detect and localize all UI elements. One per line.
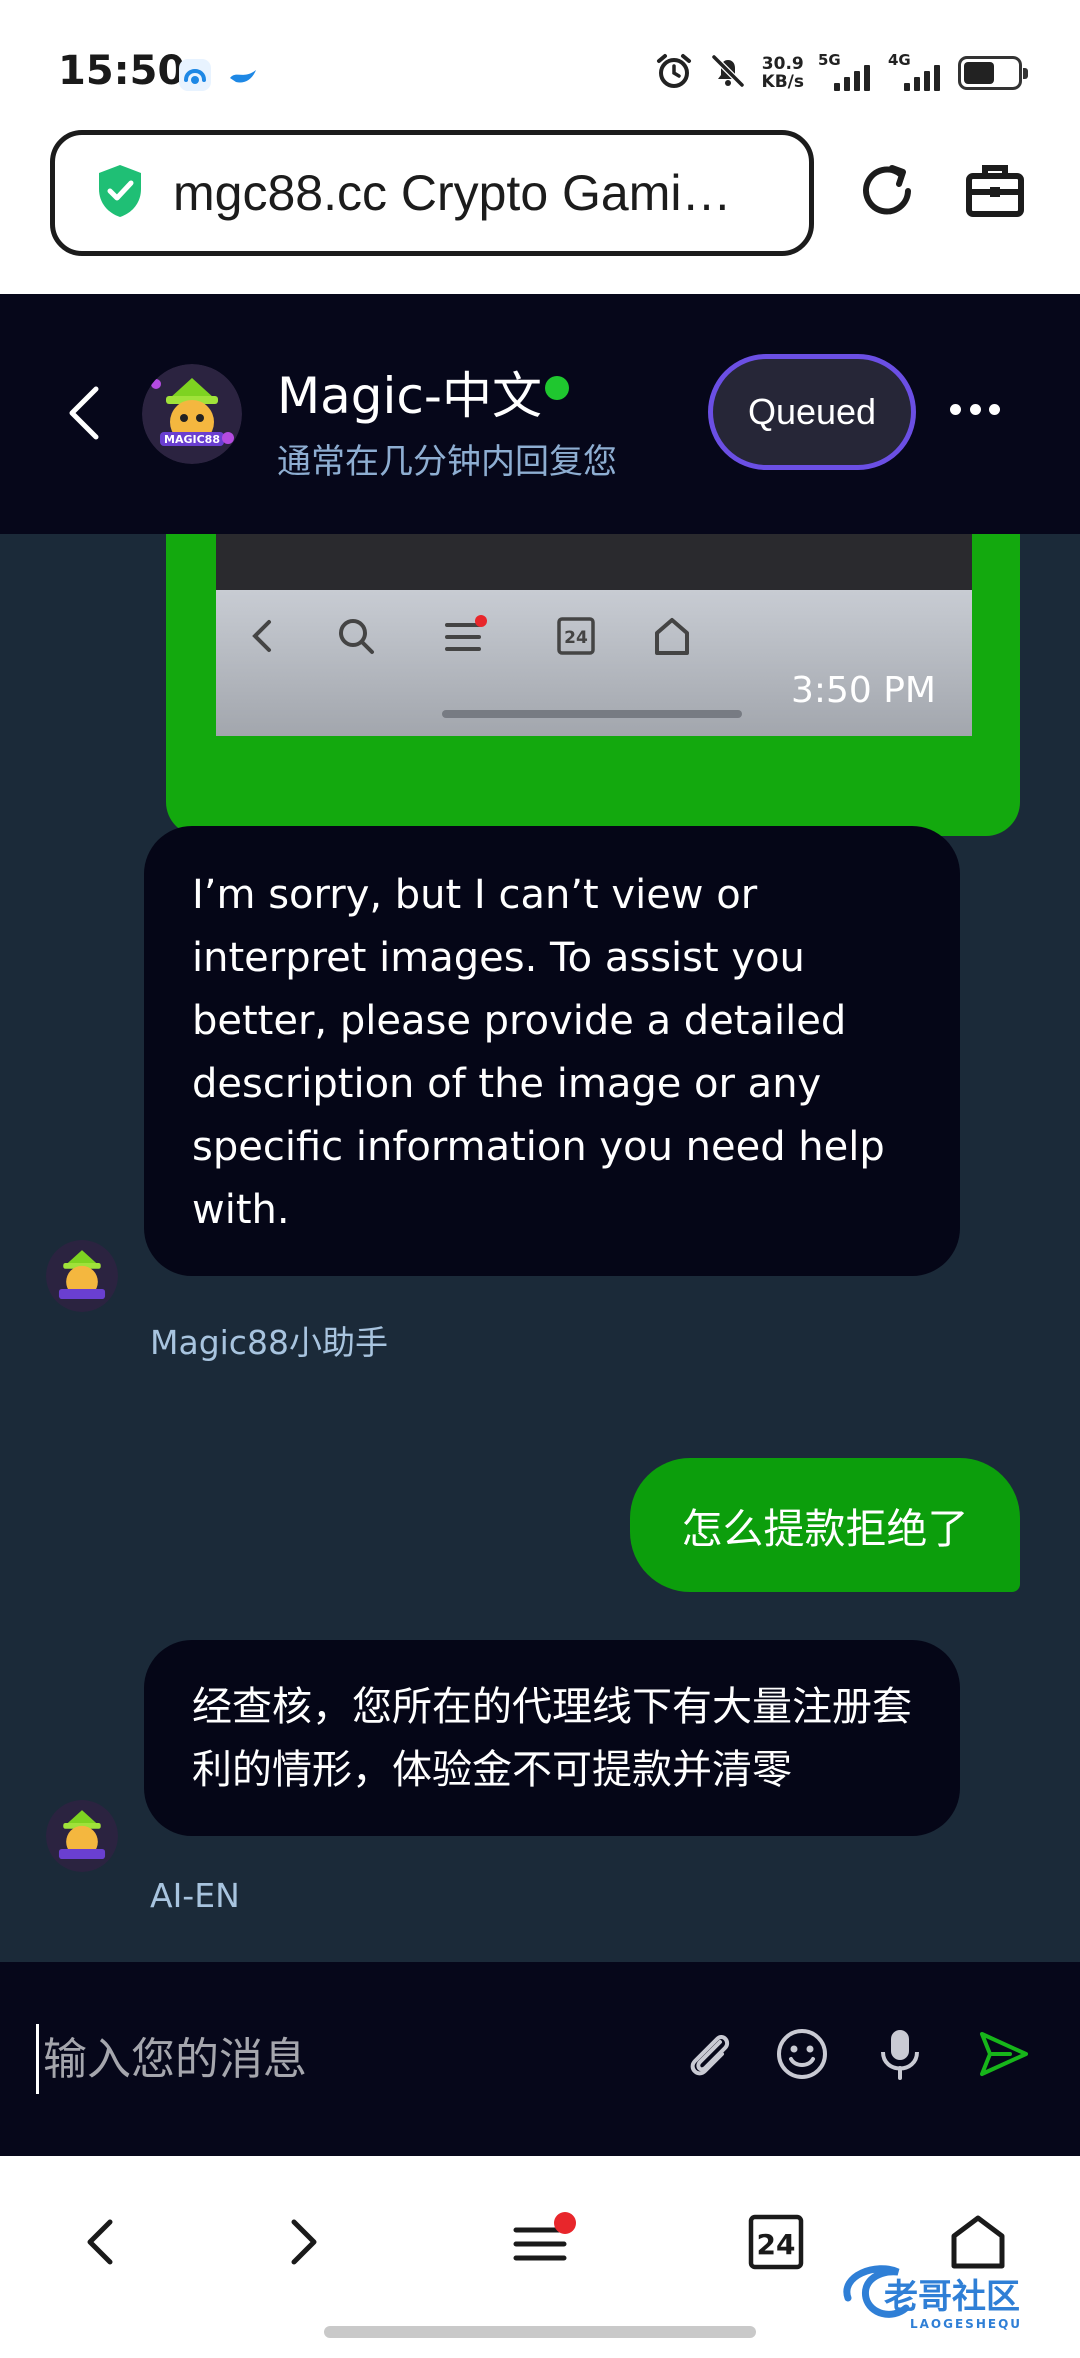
tab-count: 24 (756, 2227, 796, 2261)
notification-dot (554, 2212, 576, 2234)
app-notification-icon (178, 58, 212, 92)
nav-back-button[interactable] (60, 2204, 140, 2284)
back-icon (80, 2214, 120, 2275)
avatar-logo-text: MAGIC88 (164, 433, 220, 446)
bot-avatar (46, 1240, 118, 1312)
nav-menu-button[interactable] (500, 2204, 580, 2284)
url-text[interactable]: mgc88.cc Crypto Gami… (173, 164, 773, 222)
watermark-text: 老哥社区 (884, 2277, 1020, 2317)
bird-notification-icon (226, 58, 260, 92)
nav-tabs-button[interactable]: 24 (736, 2204, 816, 2284)
bot-message-text: I’m sorry, but I can’t view or interpret… (192, 872, 885, 1233)
bot-message-bubble: 经查核，您所在的代理线下有大量注册套利的情形，体验金不可提款并清零 (144, 1640, 960, 1836)
queue-status-label: Queued (747, 391, 877, 432)
user-message-text: 怎么提款拒绝了 (681, 1505, 969, 1553)
battery-icon (958, 56, 1028, 90)
watermark-logo: 老哥社区 LAOGESHEQU (836, 2258, 1066, 2334)
back-icon (238, 612, 286, 660)
signal-4g-icon: 4G (888, 51, 944, 93)
shield-check-icon (95, 163, 145, 224)
bot-message-bubble: I’m sorry, but I can’t view or interpret… (144, 826, 960, 1276)
more-options-button[interactable] (950, 394, 1000, 424)
address-bar[interactable]: mgc88.cc Crypto Gami… (50, 130, 814, 256)
toolbox-button[interactable] (960, 158, 1030, 228)
screenshot-preview: 24 3:50 PM (216, 590, 972, 736)
message-composer (0, 1962, 1080, 2156)
reload-icon (856, 160, 918, 227)
chat-messages[interactable]: 24 3:50 PM I’m sorry, but I can’t view o… (0, 534, 1080, 1962)
online-status-dot (545, 376, 569, 400)
microphone-icon (876, 2026, 924, 2087)
status-bar: 15:50 30.9 KB/s 5G 4G (0, 0, 1080, 120)
user-message-bubble: 怎么提款拒绝了 (630, 1458, 1020, 1592)
watermark-sub: LAOGESHEQU (910, 2317, 1022, 2331)
chat-header: MAGIC88 Magic-中文 通常在几分钟内回复您 Queued (0, 294, 1080, 534)
home-icon (648, 612, 696, 660)
net-speed-value: 30.9 (761, 54, 804, 74)
agent-reply-time: 通常在几分钟内回复您 (277, 442, 617, 482)
image-tab-count: 24 (564, 628, 588, 648)
tabs-icon: 24 (552, 612, 600, 660)
forward-icon (284, 2214, 324, 2275)
emoji-icon (774, 2026, 830, 2087)
back-button[interactable] (52, 380, 116, 450)
nav-forward-button[interactable] (264, 2204, 344, 2284)
net-speed: 30.9 KB/s (762, 55, 804, 91)
agent-name: Magic-中文 (277, 367, 542, 425)
toolbox-icon (964, 160, 1026, 227)
mute-icon (708, 51, 748, 96)
attach-button[interactable] (676, 2024, 740, 2088)
queue-status-badge[interactable]: Queued (708, 354, 916, 470)
net-speed-unit: KB/s (761, 72, 804, 92)
voice-button[interactable] (868, 2024, 932, 2088)
bot-message-text: 经查核，您所在的代理线下有大量注册套利的情形，体验金不可提款并清零 (192, 1684, 912, 1793)
signal-5g-icon: 5G (818, 51, 874, 93)
search-icon (332, 612, 380, 660)
bot-sender-name: AI-EN (150, 1876, 240, 1915)
reload-button[interactable] (852, 158, 922, 228)
browser-toolbar: mgc88.cc Crypto Gami… (0, 120, 1080, 294)
message-time: 3:50 PM (790, 670, 936, 711)
menu-icon (442, 612, 490, 660)
home-indicator[interactable] (324, 2326, 756, 2338)
alarm-icon (654, 51, 694, 96)
status-time: 15:50 (58, 48, 186, 94)
emoji-button[interactable] (770, 2024, 834, 2088)
browser-bottom-nav: 24 老哥社区 LAOGESHEQU (0, 2156, 1080, 2358)
bot-sender-name: Magic88小助手 (150, 1323, 388, 1362)
message-input[interactable] (36, 2024, 636, 2094)
attach-icon (680, 2026, 736, 2087)
bot-avatar (46, 1800, 118, 1872)
chevron-left-icon (64, 383, 104, 448)
send-button[interactable] (972, 2024, 1036, 2088)
status-icons: 30.9 KB/s 5G 4G (654, 50, 1028, 96)
send-icon (976, 2026, 1032, 2087)
agent-avatar: MAGIC88 (142, 364, 242, 464)
image-message[interactable]: 24 3:50 PM (166, 534, 1020, 836)
